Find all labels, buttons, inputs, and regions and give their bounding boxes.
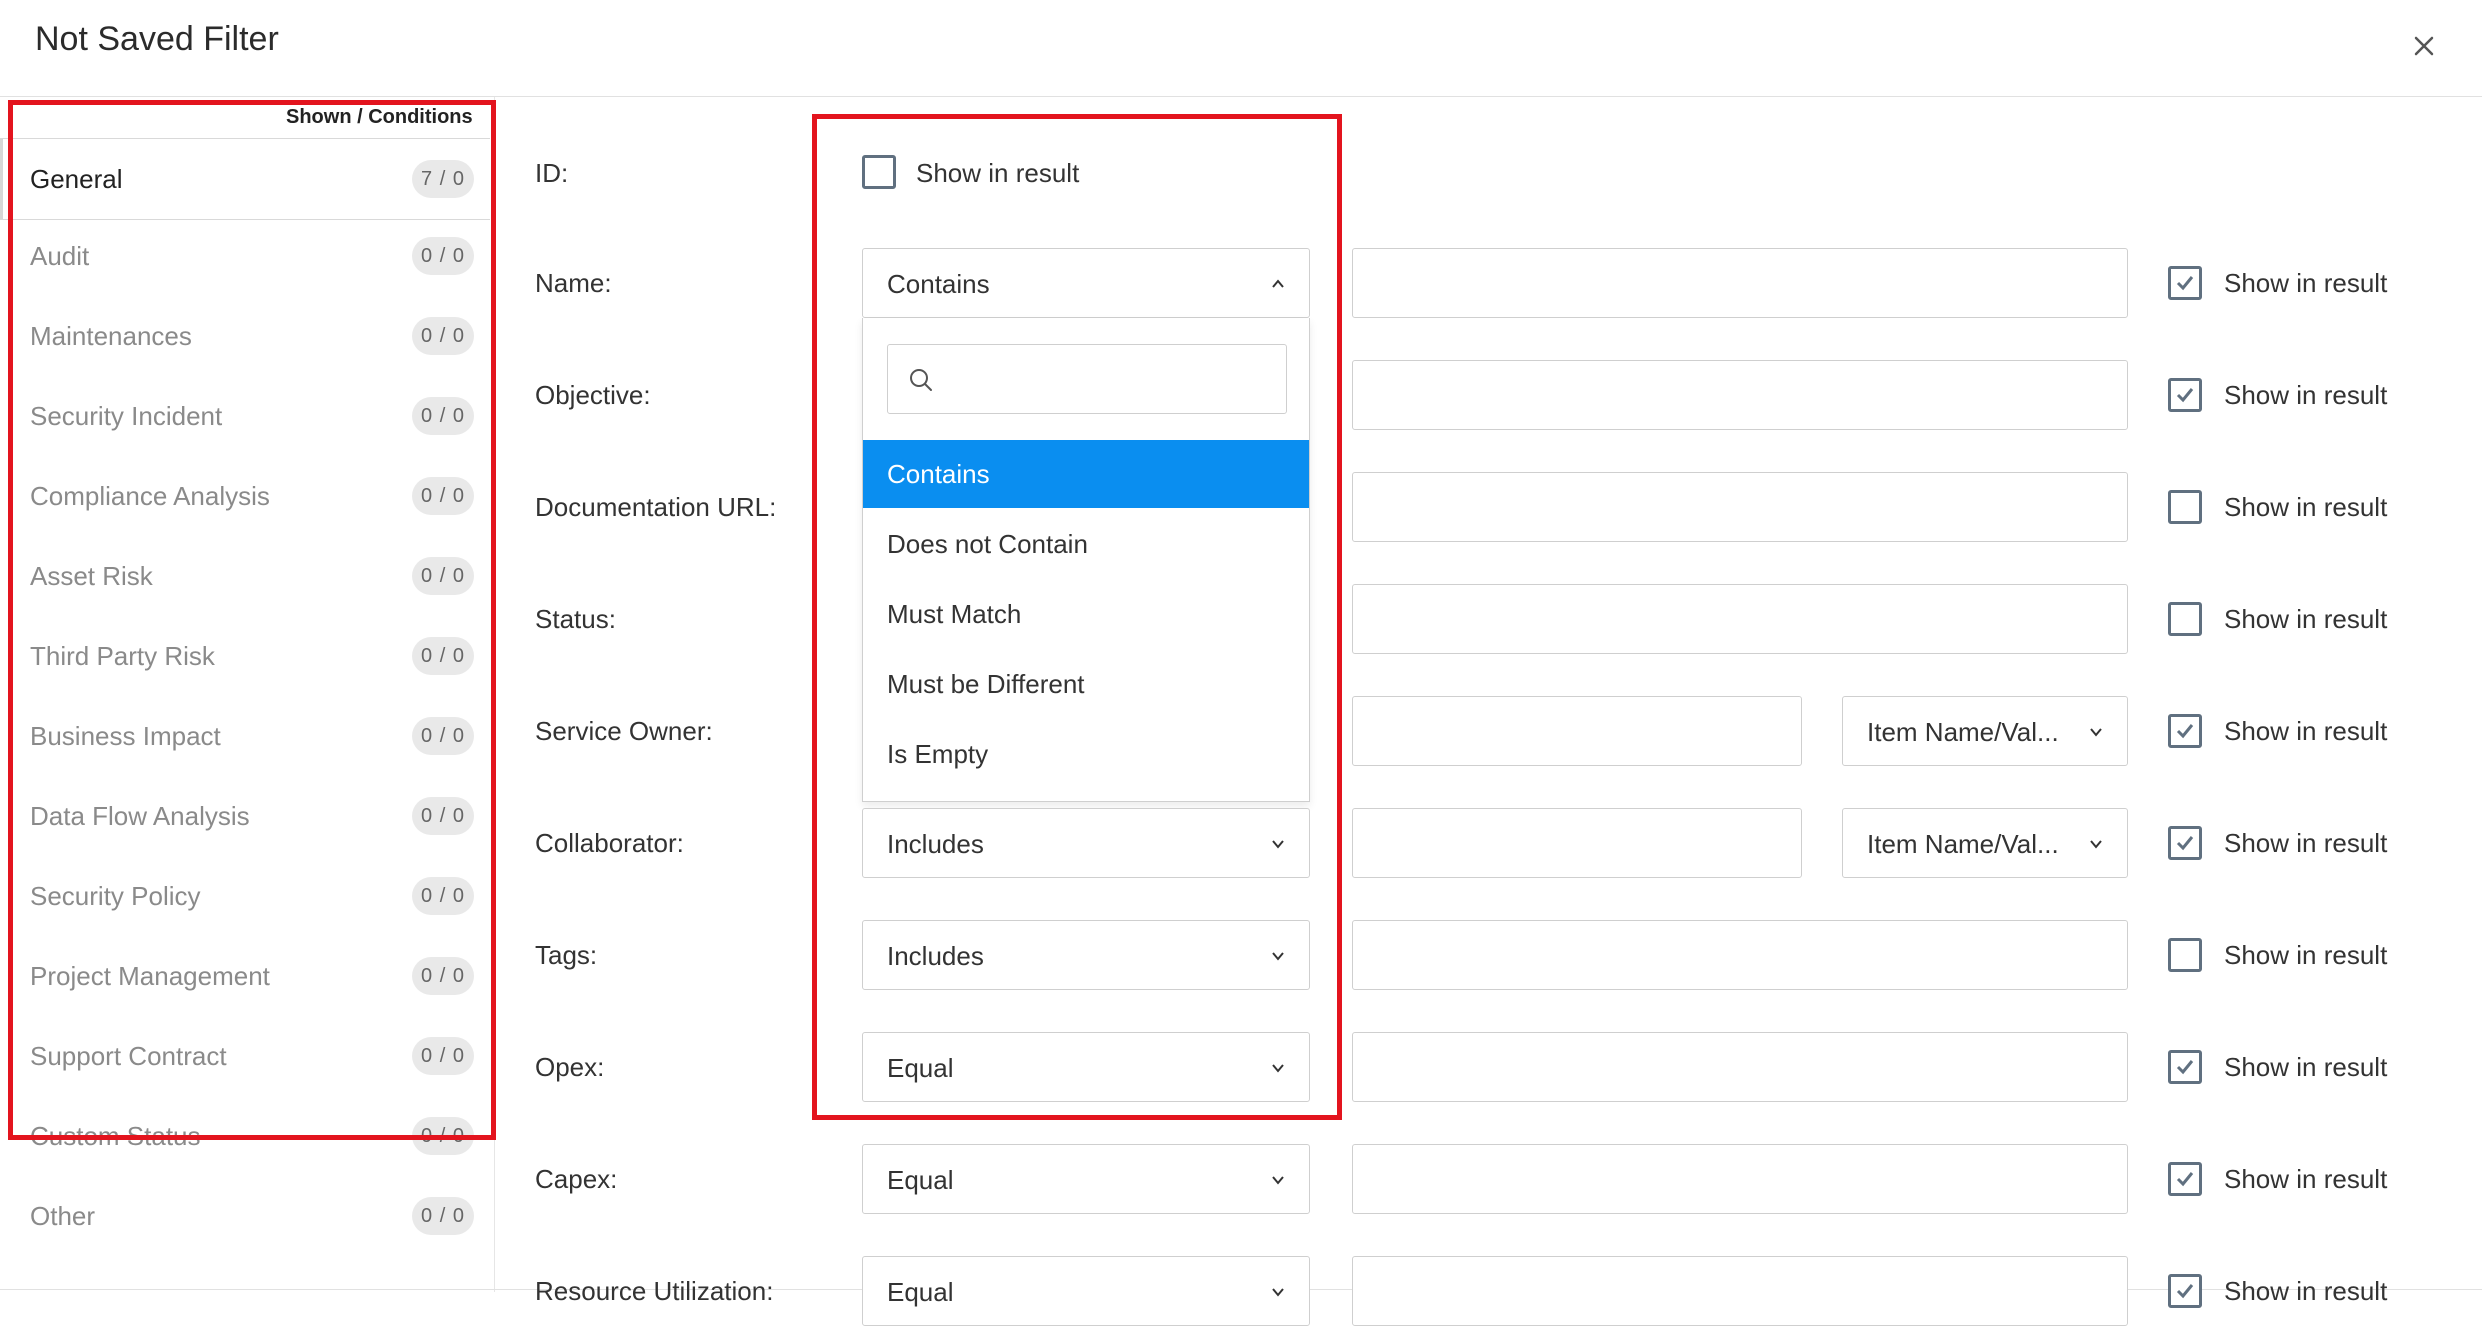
status-show-checkbox[interactable] — [2168, 602, 2202, 636]
field-label-objective: Objective: — [535, 380, 651, 410]
tags-value-input[interactable] — [1352, 920, 2128, 990]
documentation-url-show-checkbox[interactable] — [2168, 490, 2202, 524]
select-value: Item Name/Val... — [1867, 717, 2059, 747]
checkmark-icon — [2176, 388, 2194, 403]
capex-value-input[interactable] — [1352, 1144, 2128, 1214]
chevron-down-icon — [1272, 1288, 1284, 1297]
sidebar-item-label: Other — [30, 1200, 96, 1231]
select-value: Equal — [887, 1165, 954, 1195]
checkmark-icon — [2176, 1284, 2194, 1299]
field-label-tags: Tags: — [535, 940, 598, 970]
collaborator-value-input[interactable] — [1352, 808, 1802, 878]
chevron-down-icon — [1272, 1176, 1284, 1185]
name-value-input[interactable] — [1352, 248, 2128, 318]
opex-show-checkbox[interactable] — [2168, 1050, 2202, 1084]
checkbox-label: Show in result — [2224, 828, 2388, 858]
capex-show-checkbox[interactable] — [2168, 1162, 2202, 1196]
field-label-id: ID: — [535, 158, 569, 188]
chevron-down-icon — [2090, 840, 2102, 849]
capex-operator-select[interactable]: Equal — [862, 1144, 1310, 1214]
documentation-url-value-input[interactable] — [1352, 472, 2128, 542]
name-show-checkbox[interactable] — [2168, 266, 2202, 300]
checkbox-label: Show in result — [2224, 716, 2388, 746]
status-value-input[interactable] — [1352, 584, 2128, 654]
checkbox-label: Show in result — [2224, 380, 2388, 410]
collaborator-match-select[interactable]: Item Name/Val... — [1842, 808, 2128, 878]
select-value: Equal — [887, 1277, 954, 1307]
count-badge: 0 / 0 — [412, 1197, 474, 1235]
checkbox-label: Show in result — [2224, 604, 2388, 634]
checkmark-icon — [2176, 836, 2194, 851]
service-owner-match-select[interactable]: Item Name/Val... — [1842, 696, 2128, 766]
collaborator-show-checkbox[interactable] — [2168, 826, 2202, 860]
field-label-service-owner: Service Owner: — [535, 716, 713, 746]
checkmark-icon — [2176, 1172, 2194, 1187]
field-label-opex: Opex: — [535, 1052, 605, 1082]
resource-utilization-value-input[interactable] — [1352, 1256, 2128, 1326]
opex-value-input[interactable] — [1352, 1032, 2128, 1102]
operator-highlight-box — [812, 114, 1342, 1120]
field-label-collaborator: Collaborator: — [535, 828, 684, 858]
modal-title: Not Saved Filter — [35, 20, 279, 58]
select-value: Item Name/Val... — [1867, 829, 2059, 859]
field-label-capex: Capex: — [535, 1164, 618, 1194]
service-owner-value-input[interactable] — [1352, 696, 1802, 766]
checkbox-label: Show in result — [2224, 492, 2388, 522]
sidebar-highlight-box — [8, 100, 496, 1140]
field-label-documentation-url: Documentation URL: — [535, 492, 777, 522]
tags-show-checkbox[interactable] — [2168, 938, 2202, 972]
checkbox-label: Show in result — [2224, 940, 2388, 970]
header-divider — [0, 96, 2482, 97]
chevron-down-icon — [2090, 728, 2102, 737]
sidebar-item-other[interactable]: Other 0 / 0 — [0, 1176, 490, 1256]
field-label-name: Name: — [535, 268, 612, 298]
resource-utilization-operator-select[interactable]: Equal — [862, 1256, 1310, 1326]
field-label-status: Status: — [535, 604, 616, 634]
objective-show-checkbox[interactable] — [2168, 378, 2202, 412]
checkbox-label: Show in result — [2224, 1164, 2388, 1194]
resource-utilization-show-checkbox[interactable] — [2168, 1274, 2202, 1308]
checkbox-label: Show in result — [2224, 1052, 2388, 1082]
close-icon[interactable] — [2406, 28, 2442, 64]
checkbox-label: Show in result — [2224, 268, 2388, 298]
checkmark-icon — [2176, 1060, 2194, 1075]
service-owner-show-checkbox[interactable] — [2168, 714, 2202, 748]
checkmark-icon — [2176, 724, 2194, 739]
checkmark-icon — [2176, 276, 2194, 291]
objective-value-input[interactable] — [1352, 360, 2128, 430]
